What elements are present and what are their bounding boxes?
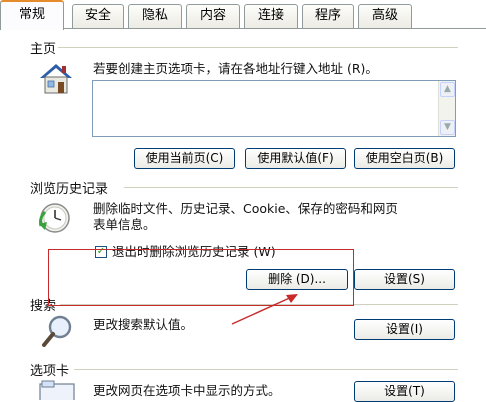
tab-programs[interactable]: 程序 bbox=[302, 4, 354, 28]
use-blank-button[interactable]: 使用空白页(B) bbox=[354, 148, 455, 169]
homepage-scrollbar[interactable]: ▲ ▼ bbox=[438, 81, 455, 136]
search-description: 更改搜索默认值。 bbox=[93, 317, 194, 332]
tabs-section-title: 选项卡 bbox=[30, 364, 70, 379]
history-settings-button[interactable]: 设置(S) bbox=[354, 269, 455, 290]
homepage-url-textarea[interactable]: ▲ ▼ bbox=[92, 80, 456, 137]
tab-content[interactable]: 内容 bbox=[186, 4, 240, 28]
tab-privacy[interactable]: 隐私 bbox=[128, 4, 182, 28]
tab-general[interactable]: 常规 bbox=[0, 0, 64, 30]
annotation-highlight-box bbox=[48, 249, 354, 306]
tabs-description: 更改网页在选项卡中显示的方式。 bbox=[93, 383, 281, 398]
tab-connections[interactable]: 连接 bbox=[244, 4, 298, 28]
homepage-section-title: 主页 bbox=[30, 42, 57, 57]
home-icon bbox=[40, 64, 72, 94]
use-default-button[interactable]: 使用默认值(F) bbox=[245, 148, 346, 169]
use-current-button[interactable]: 使用当前页(C) bbox=[134, 148, 235, 169]
homepage-rule bbox=[58, 47, 458, 48]
history-description-line2: 表单信息。 bbox=[93, 217, 156, 232]
tab-divider bbox=[0, 28, 486, 29]
tabs-window-icon bbox=[39, 380, 75, 400]
tabs-settings-button[interactable]: 设置(T) bbox=[354, 381, 455, 402]
history-section-title: 浏览历史记录 bbox=[30, 182, 109, 197]
scroll-up-icon[interactable]: ▲ bbox=[440, 82, 455, 97]
history-clock-icon bbox=[39, 203, 70, 233]
tabs-rule bbox=[74, 369, 458, 370]
history-description-line1: 删除临时文件、历史记录、Cookie、保存的密码和网页 bbox=[93, 201, 398, 216]
tab-advanced[interactable]: 高级 bbox=[358, 4, 412, 28]
scroll-down-icon[interactable]: ▼ bbox=[440, 120, 455, 135]
search-settings-button[interactable]: 设置(I) bbox=[354, 319, 455, 340]
magnifier-icon bbox=[42, 315, 72, 347]
homepage-description: 若要创建主页选项卡，请在各地址行键入地址 (R)。 bbox=[93, 61, 378, 76]
history-rule bbox=[124, 187, 458, 188]
tab-strip: 常规 安全 隐私 内容 连接 程序 高级 bbox=[0, 0, 486, 30]
tab-security[interactable]: 安全 bbox=[72, 4, 124, 28]
